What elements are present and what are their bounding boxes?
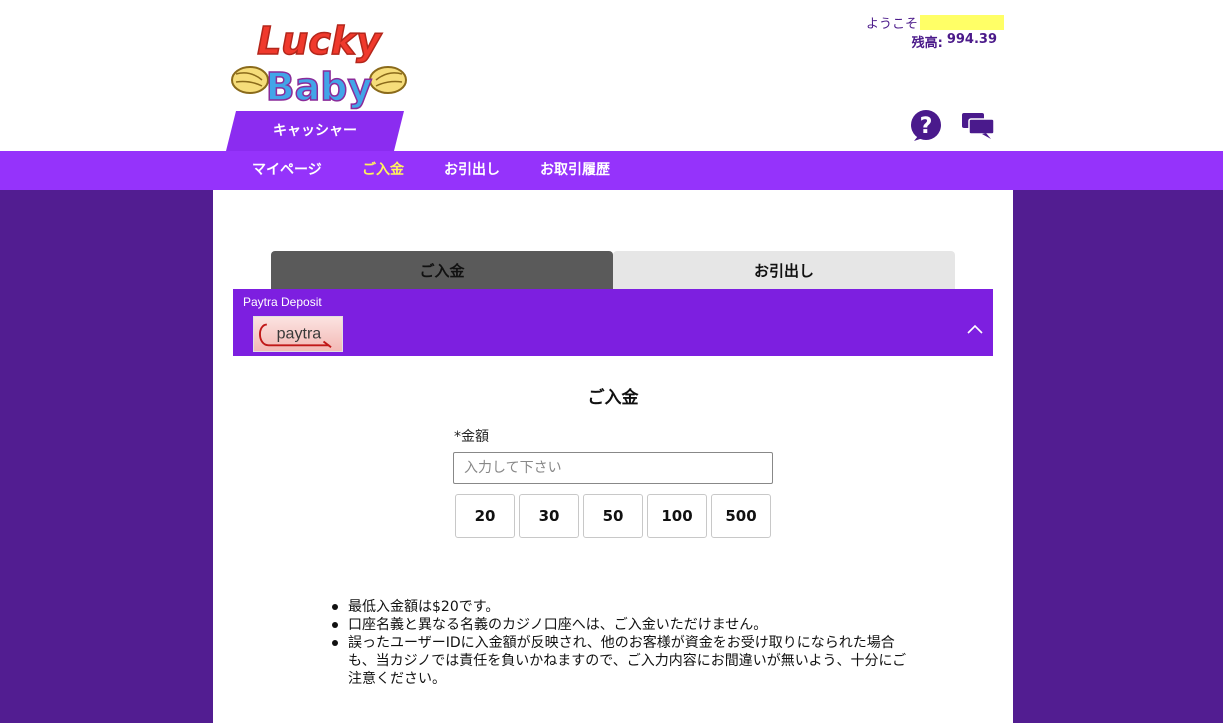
welcome-label: ようこそ [865,17,918,32]
main-nav: マイページ ご入金 お引出し お取引履歴 [0,151,1223,190]
payment-method-paytra[interactable]: Paytra Deposit paytra [233,289,993,356]
preset-amount-button[interactable]: 20 [455,494,515,538]
welcome-message: ようこそ [866,13,1004,32]
paytra-logo: paytra [253,316,343,352]
nav-item-history[interactable]: お取引履歴 [540,151,610,190]
nav-item-mypage[interactable]: マイページ [252,151,322,190]
amount-input[interactable] [453,452,773,484]
amount-presets: 20 30 50 100 500 [455,494,771,538]
cashier-tab-label: キャッシャー [273,123,357,139]
tab-deposit[interactable]: ご入金 [271,251,613,289]
site-header: Lucky Baby キャッシャー ようこそ 残高: 994.39 ? [0,0,1223,151]
balance-display: 残高: 994.39 [912,32,997,51]
help-icon[interactable]: ? [910,110,942,142]
deposit-notes: 最低入金額は$20です。 口座名義と異なる名義のカジノ口座へは、ご入金いただけま… [332,598,908,688]
deposit-title: ご入金 [587,388,639,408]
logo-line1: Lucky [257,19,383,63]
logo-line2: Baby [266,65,373,109]
nav-item-withdraw[interactable]: お引出し [444,151,500,190]
preset-amount-button[interactable]: 50 [583,494,643,538]
preset-amount-button[interactable]: 100 [647,494,707,538]
balance-value: 994.39 [946,32,997,47]
svg-text:?: ? [920,114,933,139]
preset-amount-button[interactable]: 500 [711,494,771,538]
transaction-tabs: ご入金 お引出し [271,251,955,289]
tab-withdraw[interactable]: お引出し [613,251,955,289]
note-item: 最低入金額は$20です。 [332,598,908,616]
chevron-up-icon[interactable] [967,324,983,334]
note-item: 誤ったユーザーIDに入金額が反映され、他のお客様が資金をお受け取りになられた場合… [332,635,907,687]
note-item: 口座名義と異なる名義のカジノ口座へは、ご入金いただけません。 [332,616,908,634]
username-redacted [920,15,1004,30]
nav-item-deposit[interactable]: ご入金 [362,151,404,190]
payment-method-name: Paytra Deposit [243,295,322,309]
lucky-baby-logo[interactable]: Lucky Baby [230,14,408,110]
preset-amount-button[interactable]: 30 [519,494,579,538]
paytra-logo-text: paytra [277,325,322,343]
chat-icon[interactable] [962,113,994,140]
balance-label: 残高: [911,36,943,51]
amount-label: *金額 [454,429,489,445]
cashier-tab[interactable]: キャッシャー [226,111,404,151]
cashier-panel: ご入金 お引出し Paytra Deposit paytra ご入金 *金額 2… [213,190,1013,723]
